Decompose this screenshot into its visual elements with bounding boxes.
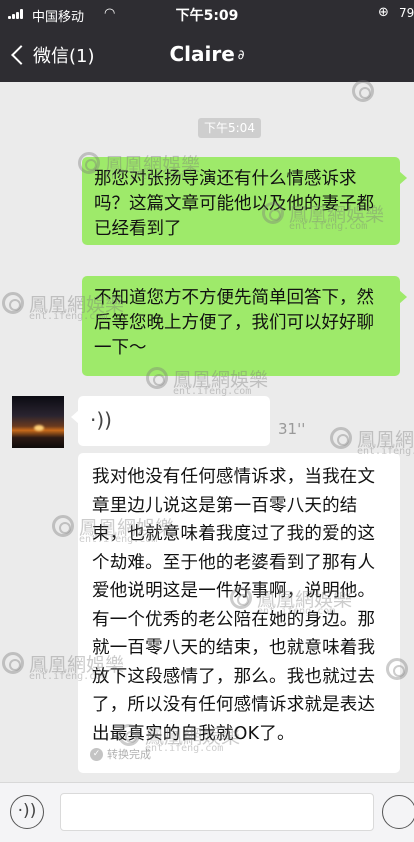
- message-text: 那您对张扬导演还有什么情感诉求吗？这篇文章可能他以及他的妻子都已经看到了: [94, 169, 374, 239]
- message-text: 不知道您方不方便先简单回答下，然后等您晚上方便了，我们可以好好聊一下～: [94, 288, 374, 358]
- watermark-logo-icon: [2, 292, 24, 314]
- nav-bar: 微信(1) Claire ∂: [0, 28, 414, 82]
- emoji-button[interactable]: [382, 795, 414, 829]
- bubble-tail: [399, 171, 407, 185]
- bubble-tail: [71, 410, 79, 424]
- watermark-logo-icon: [2, 652, 24, 674]
- transcription-status-label: 转换完成: [107, 748, 151, 761]
- voice-input-button[interactable]: ·)): [10, 795, 44, 829]
- watermark-logo-icon: [52, 515, 74, 537]
- input-bar: ·)): [0, 782, 414, 842]
- watermark: [352, 78, 414, 114]
- voice-duration: 31'': [278, 420, 306, 438]
- watermark-logo-icon: [352, 80, 374, 102]
- message-input[interactable]: [60, 793, 374, 831]
- transcription-status: ✓ 转换完成: [90, 746, 151, 762]
- sender-avatar[interactable]: [12, 396, 64, 448]
- bubble-tail: [399, 290, 407, 304]
- status-time: 下午5:09: [175, 8, 239, 24]
- outgoing-message[interactable]: 不知道您方不方便先简单回答下，然后等您晚上方便了，我们可以好好聊一下～: [82, 276, 407, 376]
- time-divider: 下午5:04: [198, 118, 261, 138]
- voice-wave-icon: ·)): [90, 408, 112, 432]
- voice-message[interactable]: ·)): [71, 396, 270, 446]
- outgoing-message[interactable]: 那您对张扬导演还有什么情感诉求吗？这篇文章可能他以及他的妻子都已经看到了: [82, 157, 407, 245]
- watermark-name: 鳳凰網娛樂: [357, 429, 414, 451]
- voice-wave-icon: ·)): [17, 801, 37, 821]
- check-icon: ✓: [90, 747, 103, 761]
- battery-level: 79: [399, 6, 414, 20]
- contact-name: Claire: [169, 42, 235, 66]
- ear-icon: ∂: [237, 48, 245, 63]
- voice-transcription[interactable]: 我对他没有任何感情诉求，当我在文章里边儿说这是第一百零八天的结束，也就意味着我度…: [78, 453, 400, 773]
- transcription-text: 我对他没有任何感情诉求，当我在文章里边儿说这是第一百零八天的结束，也就意味着我度…: [92, 467, 376, 744]
- chat-title: Claire ∂: [0, 42, 414, 66]
- rotation-lock-icon: ⊕: [378, 5, 389, 20]
- watermark-logo-icon: [330, 427, 352, 449]
- status-bar: 中国移动 ◠ 下午5:09 ⊕ 79: [0, 0, 414, 28]
